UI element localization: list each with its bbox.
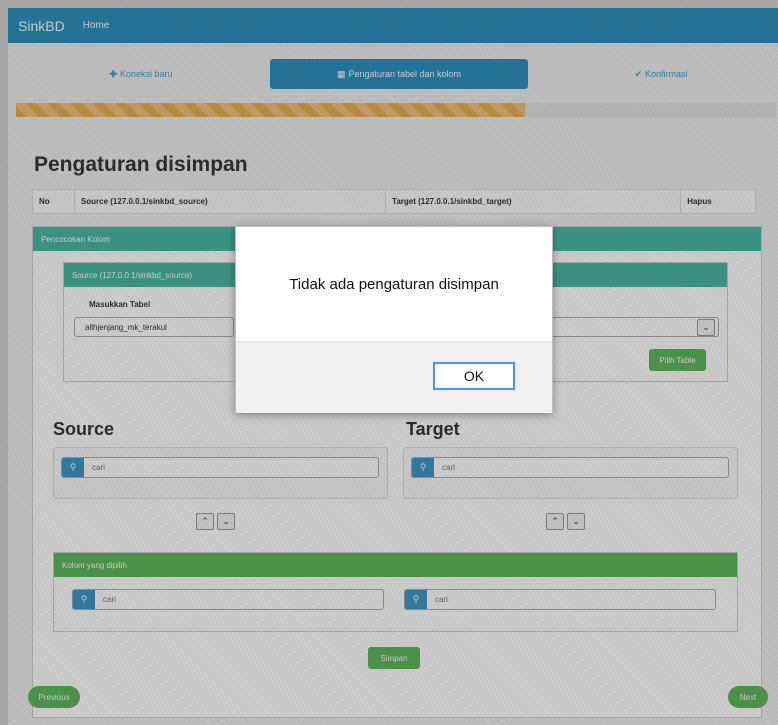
pick-table-button[interactable]: Pilih Table — [649, 349, 706, 371]
selected-columns-heading: Kolom yang dipilih — [54, 553, 737, 577]
chevron-down-icon[interactable]: ⌄ — [567, 513, 585, 530]
wizard-progress-bar — [16, 103, 776, 117]
selected-left-search-input[interactable] — [95, 590, 383, 609]
chevron-up-icon[interactable]: ⌃ — [546, 513, 564, 530]
source-table-select[interactable]: allhjenjang_mk_terakul — [74, 317, 234, 337]
column-header-target: Target (127.0.0.1/sinkbd_target) — [386, 190, 682, 213]
plus-icon: ✚ — [109, 68, 117, 79]
search-icon[interactable]: ⚲ — [73, 590, 95, 609]
search-icon[interactable]: ⚲ — [62, 458, 84, 477]
selected-left-search: ⚲ — [72, 589, 384, 610]
column-header-no: No — [33, 190, 75, 213]
chevron-down-icon[interactable]: ⌄ — [217, 513, 235, 530]
target-order-buttons: ⌃ ⌄ — [546, 513, 585, 530]
wizard-step-label: Koneksi baru — [120, 69, 173, 79]
nav-home-link[interactable]: Home — [83, 20, 110, 31]
brand-link[interactable]: SinkBD — [8, 18, 75, 34]
selected-columns-panel: Kolom yang dipilih ⚲ ⚲ — [53, 552, 738, 632]
next-button[interactable]: Next — [728, 686, 768, 708]
source-title: Source — [53, 419, 115, 439]
target-search-input[interactable] — [434, 458, 728, 477]
progress-fill — [16, 103, 526, 117]
save-button[interactable]: Simpan — [368, 647, 420, 669]
alert-message: Tidak ada pengaturan disimpan — [289, 275, 499, 293]
page-title: Pengaturan disimpan — [34, 153, 248, 176]
table-label: Masukkan Tabel — [89, 300, 151, 309]
chevron-up-icon[interactable]: ⌃ — [196, 513, 214, 530]
selected-right-search: ⚲ — [404, 589, 716, 610]
column-header-source: Source (127.0.0.1/sinkbd_source) — [75, 190, 387, 213]
search-icon[interactable]: ⚲ — [405, 590, 427, 609]
target-search: ⚲ — [411, 457, 729, 478]
saved-settings-table-header: No Source (127.0.0.1/sinkbd_source) Targ… — [32, 189, 756, 214]
source-order-buttons: ⌃ ⌄ — [196, 513, 235, 530]
alert-footer: OK — [236, 341, 552, 413]
check-icon: ✔ — [634, 68, 643, 79]
wizard-step-new-connection[interactable]: ✚ Koneksi baru — [36, 59, 246, 89]
previous-button[interactable]: Previous — [28, 686, 80, 708]
wizard-step-label: Konfirmasi — [645, 69, 688, 79]
source-search-input[interactable] — [84, 458, 378, 477]
column-header-delete: Hapus — [687, 197, 712, 206]
table-icon: ▦ — [336, 68, 346, 79]
ok-button[interactable]: OK — [433, 362, 515, 390]
source-search: ⚲ — [61, 457, 379, 478]
alert-dialog: Tidak ada pengaturan disimpan OK — [235, 226, 553, 413]
target-table-select[interactable] — [524, 317, 719, 337]
selected-right-search-input[interactable] — [427, 590, 715, 609]
wizard-step-label: Pengaturan tabel dan kolom — [348, 69, 462, 79]
wizard-step-table-settings[interactable]: ▦ Pengaturan tabel dan kolom — [270, 59, 528, 89]
search-icon[interactable]: ⚲ — [412, 458, 434, 477]
navbar: SinkBD Home — [8, 8, 778, 43]
chevron-down-icon[interactable]: ⌄ — [697, 319, 715, 336]
target-title: Target — [406, 419, 460, 439]
wizard-step-confirmation[interactable]: ✔ Konfirmasi — [556, 59, 766, 89]
